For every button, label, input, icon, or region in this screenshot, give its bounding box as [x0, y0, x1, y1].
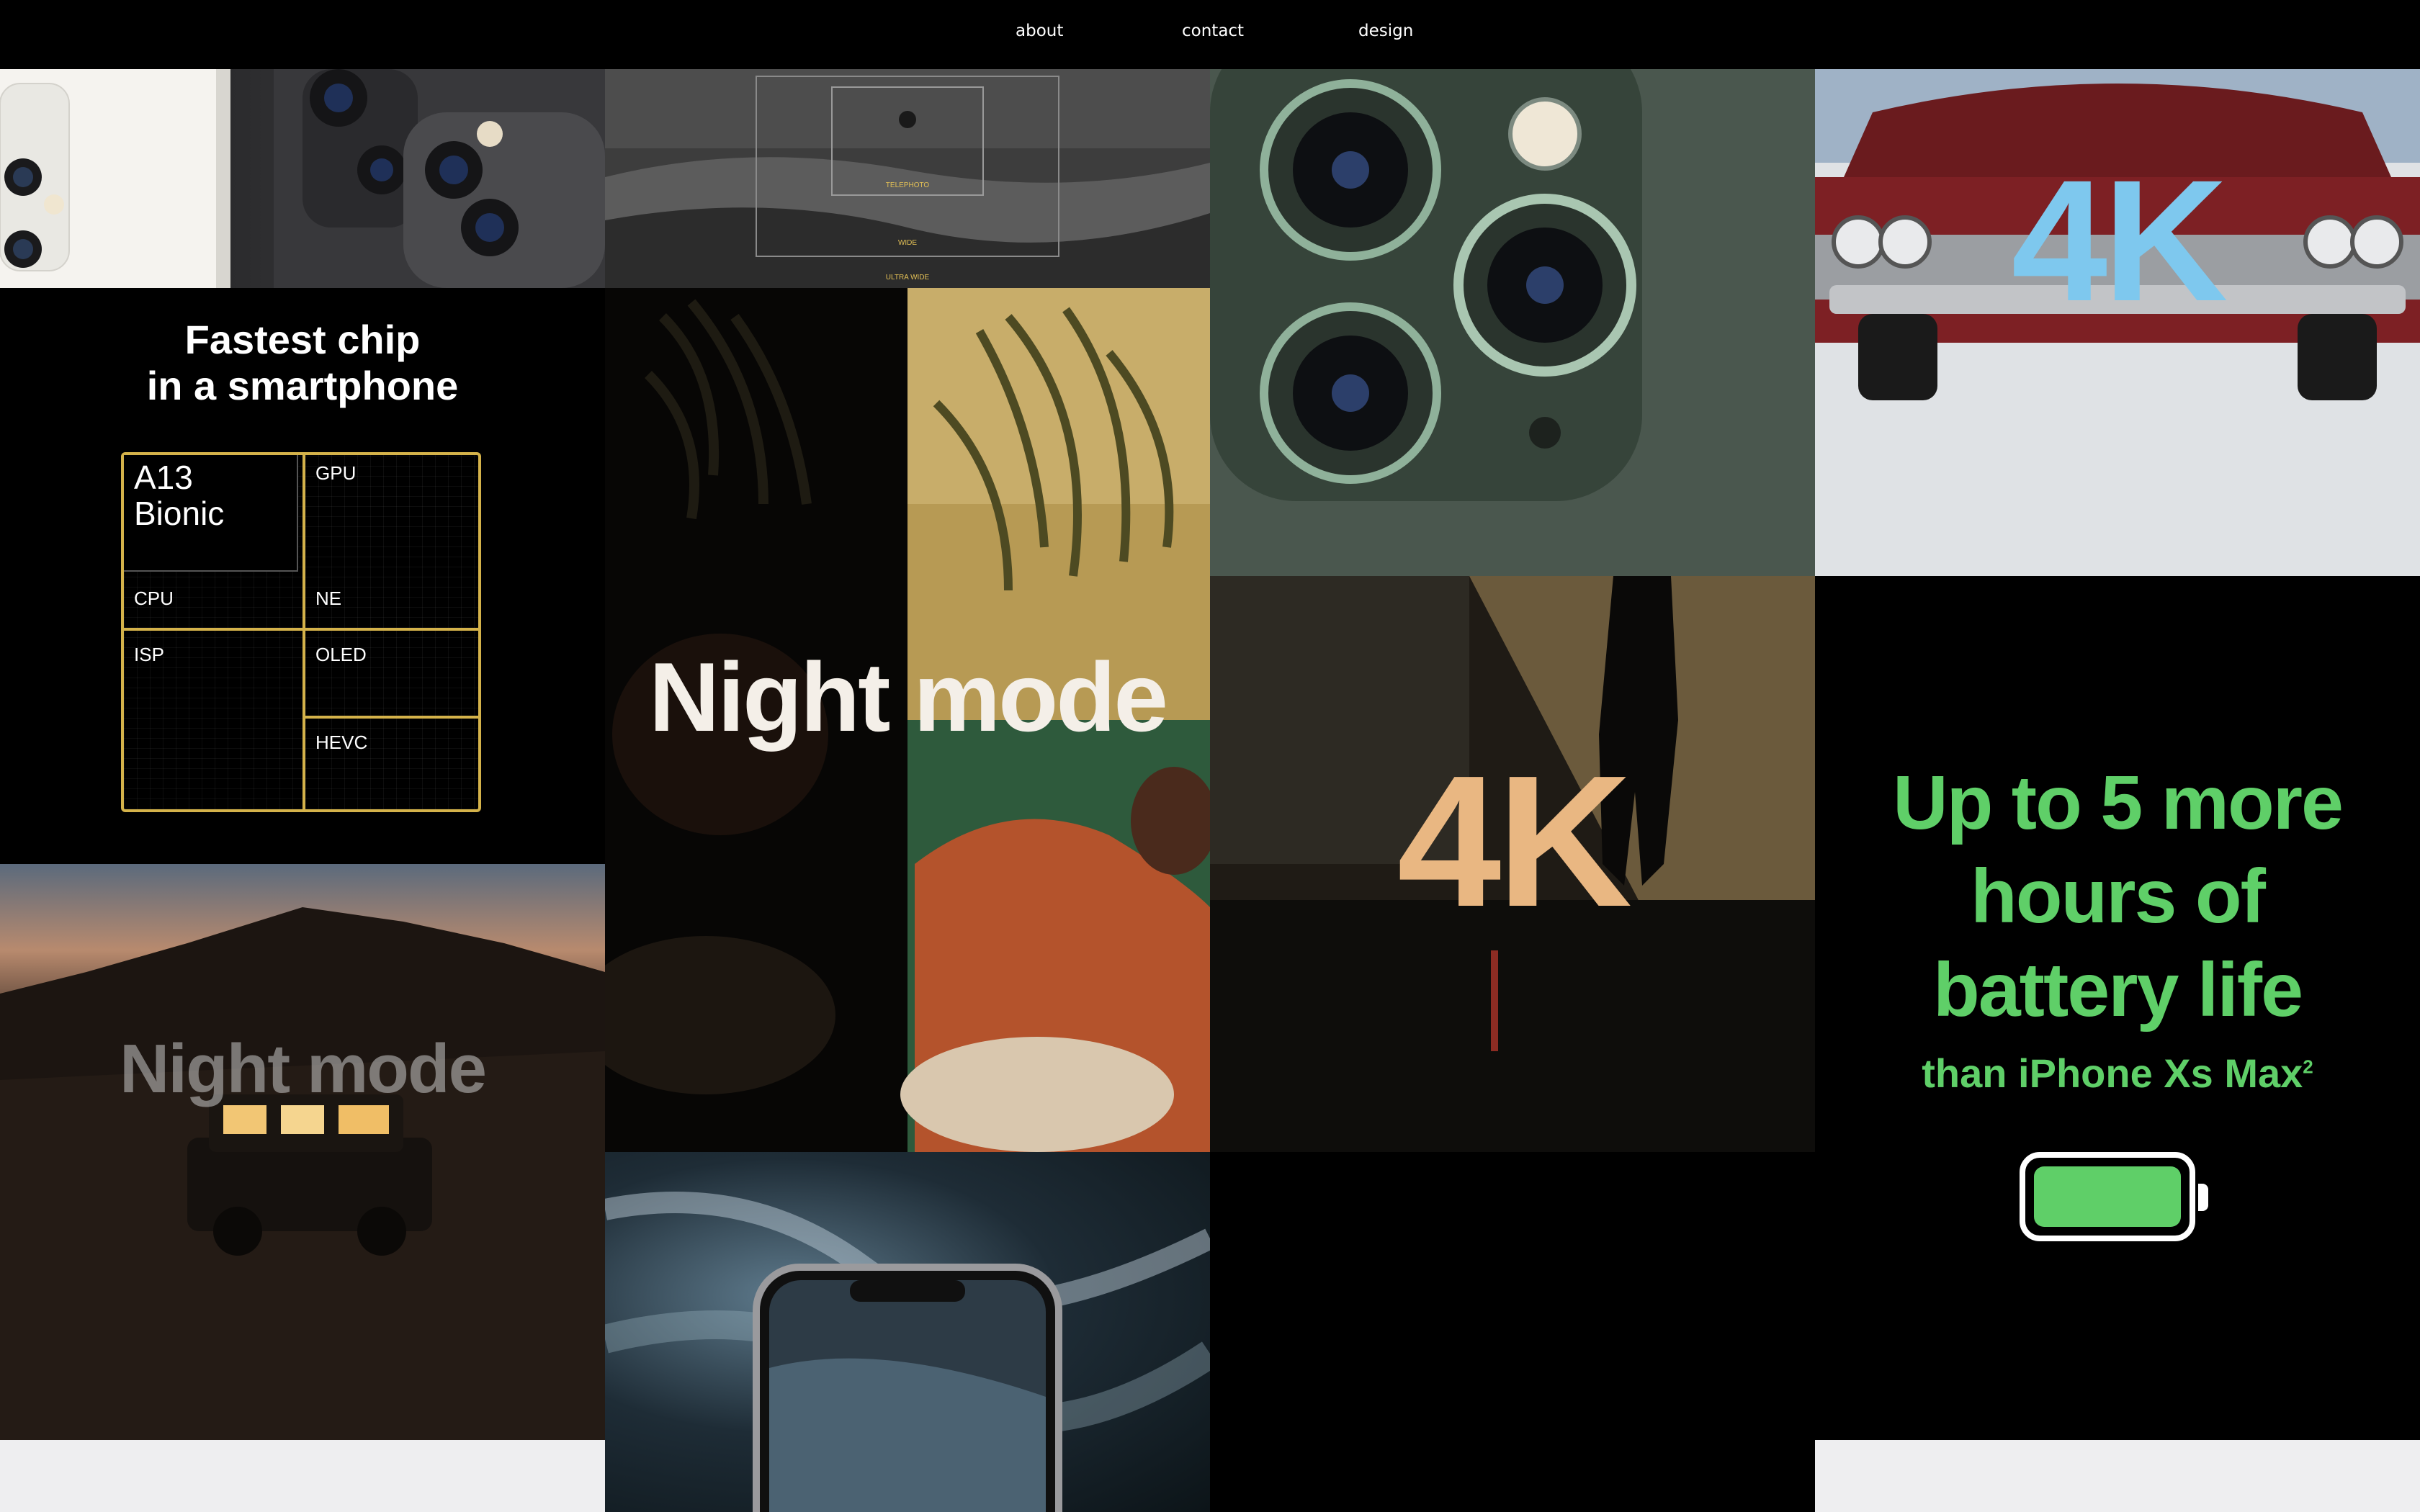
chip-oled-label: OLED — [315, 644, 367, 665]
chip-title: Fastest chip in a smartphone — [0, 317, 605, 409]
battery-line-2: hours of — [1971, 854, 2266, 939]
chip-title-line-2: in a smartphone — [146, 363, 459, 408]
battery-line-1: Up to 5 more — [1893, 760, 2344, 845]
wave-wallpaper-tile[interactable] — [605, 1152, 1210, 1512]
desert-car-image — [0, 907, 605, 1440]
4k-dark-label: 4K — [1397, 737, 1632, 946]
top-nav: about contact design — [0, 0, 2420, 69]
ultra-wide-label: ULTRA WIDE — [885, 274, 930, 282]
battery-line-3: battery life — [1932, 948, 2303, 1032]
chip-hevc-label: HEVC — [315, 732, 368, 753]
chip-isp-label: ISP — [134, 644, 164, 665]
4k-car-label: 4K — [2011, 144, 2228, 337]
camera-lens-comparison-tile[interactable]: TELEPHOTO WIDE ULTRA WIDE — [605, 69, 1210, 288]
triple-camera-image — [1210, 69, 1815, 576]
telephoto-label: TELEPHOTO — [885, 181, 930, 189]
chip-name-line-2: Bionic — [134, 495, 225, 532]
4k-video-dark-tile[interactable]: 4K — [1210, 576, 1815, 1152]
nav-design[interactable]: design — [1358, 22, 1413, 40]
landscape-image — [605, 69, 1210, 288]
chip-name-line-1: A13 — [134, 459, 193, 496]
night-mode-tile[interactable]: Night mode — [605, 288, 1210, 1152]
iphone-lineup-image — [0, 69, 605, 288]
night-mode-car-label: Night mode — [120, 1030, 487, 1107]
battery-comparison-text: than iPhone Xs Max — [1922, 1050, 2303, 1096]
night-mode-title: Night mode — [649, 642, 1168, 752]
chip-gpu-label: GPU — [315, 462, 357, 484]
chip-title-line-1: Fastest chip — [184, 317, 421, 362]
chip-diagram: A13 Bionic GPU CPU NE ISP OLED HEVC — [121, 452, 481, 812]
nav-contact[interactable]: contact — [1182, 22, 1244, 40]
battery-headline: Up to 5 more hours of battery life — [1815, 756, 2420, 1037]
chip-ne-label: NE — [315, 588, 342, 609]
footer-gray-right — [1815, 1440, 2420, 1512]
battery-icon — [2020, 1152, 2208, 1241]
chip-name: A13 Bionic — [134, 459, 224, 531]
iphone-lineup-tile[interactable] — [0, 69, 605, 288]
chip-cpu-label: CPU — [134, 588, 174, 609]
battery-life-tile[interactable]: Up to 5 more hours of battery life than … — [1815, 576, 2420, 1440]
footer-gray-left — [0, 1440, 605, 1512]
4k-video-car-tile[interactable]: 4K — [1815, 69, 2420, 576]
black-tile — [1210, 1152, 1815, 1512]
chip-tile[interactable]: Fastest chip in a smartphone A13 Bionic … — [0, 288, 605, 864]
triple-camera-tile[interactable] — [1210, 69, 1815, 576]
battery-comparison: than iPhone Xs Max2 — [1815, 1050, 2420, 1097]
nav-about[interactable]: about — [1016, 22, 1063, 40]
battery-footnote: 2 — [2303, 1056, 2313, 1078]
wave-phone-image — [605, 1192, 1210, 1512]
night-mode-car-tile[interactable]: Night mode — [0, 864, 605, 1440]
wide-label: WIDE — [897, 239, 918, 247]
